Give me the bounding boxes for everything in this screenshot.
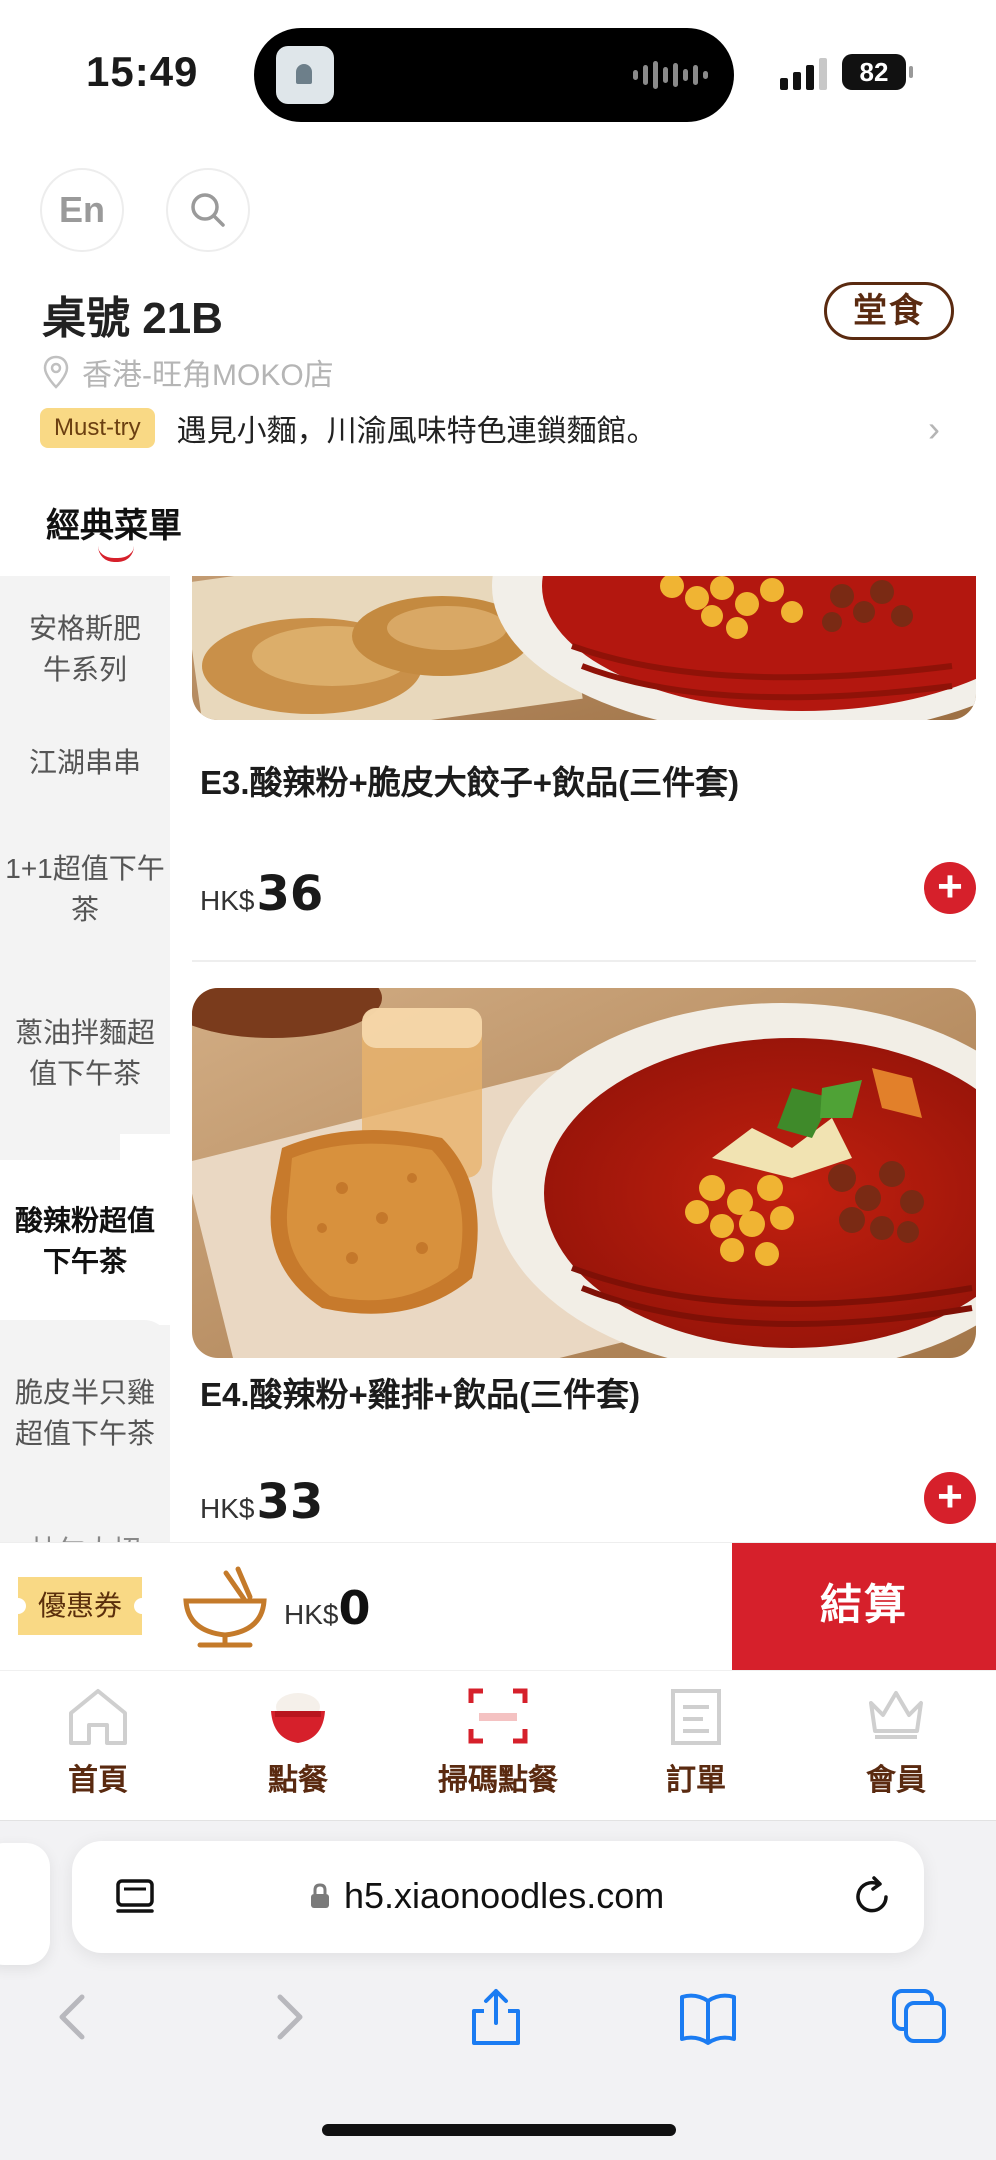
sidebar-item-afternoon-tea-1plus1[interactable]: 1+1超值下午茶 xyxy=(0,848,170,930)
previous-tab-peek[interactable] xyxy=(0,1843,50,1965)
reload-icon[interactable] xyxy=(850,1875,894,1919)
menu-item-price: HK$ 33 xyxy=(200,1474,323,1530)
must-try-badge: Must-try xyxy=(40,408,155,448)
menu-item-title[interactable]: E3.酸辣粉+脆皮大餃子+飲品(三件套) xyxy=(200,756,739,804)
coupon-button[interactable]: 優惠券 xyxy=(10,1577,150,1635)
search-button[interactable] xyxy=(166,168,250,252)
cart-bar: 優惠券 HK$ 0 結算 xyxy=(0,1542,996,1671)
dynamic-island[interactable] xyxy=(254,28,734,122)
now-playing-thumbnail xyxy=(276,46,334,104)
menu-item-image[interactable] xyxy=(192,576,976,720)
nav-orders[interactable]: 訂單 xyxy=(606,1685,786,1799)
home-icon xyxy=(69,1689,127,1745)
rice-bowl-icon xyxy=(271,1693,325,1743)
nav-scan-order-label: 掃碼點餐 xyxy=(438,1764,558,1797)
battery-indicator: 82 xyxy=(842,54,913,90)
nav-member[interactable]: 會員 xyxy=(806,1685,986,1799)
store-tagline-row[interactable]: Must-try 遇見小麵，川渝風味特色連鎖麵館。 › xyxy=(40,404,940,452)
price-value: 36 xyxy=(256,866,324,922)
browser-toolbar: h5.xiaonoodles.com xyxy=(0,1820,996,2160)
page-menu-icon[interactable] xyxy=(114,1877,156,1919)
item-divider xyxy=(192,960,976,962)
sidebar-item-skewers[interactable]: 江湖串串 xyxy=(0,742,170,783)
search-icon xyxy=(191,193,225,227)
price-currency: HK$ xyxy=(200,1493,255,1524)
price-currency: HK$ xyxy=(200,885,255,916)
add-to-cart-button[interactable]: + xyxy=(924,862,976,914)
sidebar-item-crispy-chicken[interactable]: 脆皮半只雞超值下午茶 xyxy=(0,1372,170,1454)
language-button[interactable]: En xyxy=(40,168,124,252)
nav-scan-order[interactable]: 掃碼點餐 xyxy=(408,1685,588,1799)
menu-item-title[interactable]: E4.酸辣粉+雞排+飲品(三件套) xyxy=(200,1368,640,1416)
sidebar-item-angus-beef[interactable]: 安格斯肥牛系列 xyxy=(0,608,170,690)
store-tagline: 遇見小麵，川渝風味特色連鎖麵館。 xyxy=(176,415,657,448)
category-sidebar[interactable]: 安格斯肥牛系列 江湖串串 1+1超值下午茶 蔥油拌麵超值下午茶 酸辣粉超值下午茶… xyxy=(0,576,170,1542)
crown-icon xyxy=(869,1691,923,1739)
audio-waveform-icon xyxy=(633,58,708,92)
menu-item-image[interactable] xyxy=(192,988,976,1358)
nav-order[interactable]: 點餐 xyxy=(208,1685,388,1799)
receipt-icon xyxy=(671,1689,721,1745)
cart-total-currency: HK$ xyxy=(284,1599,339,1630)
checkout-button[interactable]: 結算 xyxy=(732,1543,996,1671)
table-number-title: 桌號 21B xyxy=(42,294,223,343)
nav-home[interactable]: 首頁 xyxy=(8,1685,188,1799)
share-icon[interactable] xyxy=(466,1987,526,2047)
scan-icon xyxy=(468,1688,528,1744)
sidebar-item-scallion-noodles[interactable]: 蔥油拌麵超值下午茶 xyxy=(0,1012,170,1094)
sidebar-item-partial[interactable]: 林尔大招 xyxy=(0,1530,170,1542)
tabs-icon[interactable] xyxy=(890,1987,950,2047)
add-to-cart-button[interactable]: + xyxy=(924,1472,976,1524)
nav-member-label: 會員 xyxy=(866,1764,926,1797)
cart-total-value: 0 xyxy=(338,1581,371,1635)
location-pin-icon xyxy=(43,355,69,389)
cart-total: HK$ 0 xyxy=(284,1581,370,1635)
cart-bowl-icon[interactable] xyxy=(180,1565,270,1651)
store-location: 香港-旺角MOKO店 xyxy=(42,350,334,394)
chevron-right-icon: › xyxy=(928,408,940,449)
bookmarks-icon[interactable] xyxy=(678,1987,738,2047)
bottom-navigation: 首頁 點餐 掃碼點餐 訂單 會員 xyxy=(0,1670,996,1820)
store-location-label: 香港-旺角MOKO店 xyxy=(82,359,334,392)
price-value: 33 xyxy=(256,1474,324,1530)
status-bar: 15:49 82 xyxy=(0,0,996,150)
home-indicator[interactable] xyxy=(322,2124,676,2136)
url-text: h5.xiaonoodles.com xyxy=(344,1875,665,1916)
active-tab-indicator xyxy=(98,546,134,562)
sidebar-item-hot-sour-noodles[interactable]: 酸辣粉超值下午茶 xyxy=(0,1200,170,1282)
dine-in-badge[interactable]: 堂食 xyxy=(824,282,954,340)
menu-item-list[interactable]: E3.酸辣粉+脆皮大餃子+飲品(三件套) HK$ 36 + E4.酸辣粉+雞排+… xyxy=(170,576,996,1542)
nav-order-label: 點餐 xyxy=(268,1764,328,1797)
status-time: 15:49 xyxy=(86,48,199,95)
url-display[interactable]: h5.xiaonoodles.com xyxy=(310,1875,664,1917)
address-bar[interactable]: h5.xiaonoodles.com xyxy=(72,1841,924,1953)
forward-icon[interactable] xyxy=(258,1987,318,2047)
back-icon[interactable] xyxy=(44,1987,104,2047)
nav-home-label: 首頁 xyxy=(68,1764,128,1797)
tab-classic-menu[interactable]: 經典菜單 xyxy=(46,498,182,547)
lock-icon xyxy=(311,1883,329,1908)
nav-orders-label: 訂單 xyxy=(666,1764,726,1797)
menu-item-price: HK$ 36 xyxy=(200,866,323,922)
cellular-signal-icon xyxy=(780,56,827,90)
